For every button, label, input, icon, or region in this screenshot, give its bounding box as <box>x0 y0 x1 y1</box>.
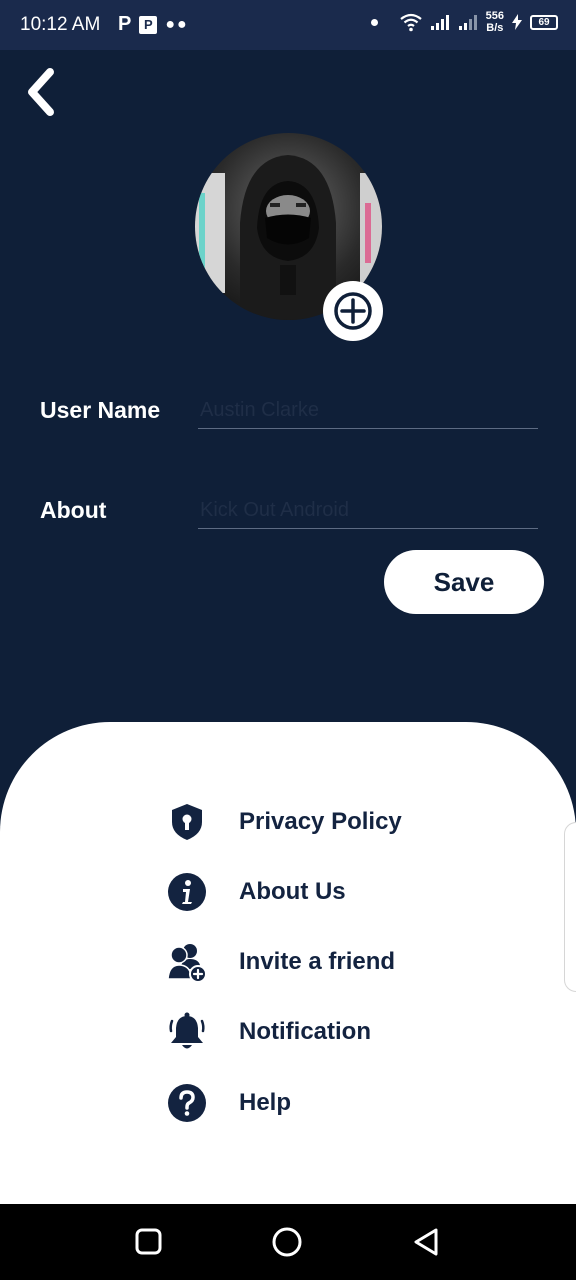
signal-2-icon <box>458 15 477 30</box>
back-button[interactable] <box>20 66 66 118</box>
recents-button[interactable] <box>133 1226 165 1258</box>
notification-dot-icon <box>370 18 378 26</box>
save-button[interactable]: Save <box>384 550 544 614</box>
info-icon <box>164 869 210 915</box>
status-time: 10:12 AM <box>20 14 101 35</box>
menu-item-help[interactable]: Help <box>164 1078 464 1128</box>
menu-item-label: Privacy Policy <box>239 808 402 835</box>
status-bar: 10:12 AM P P ●● 556 B/s 69 <box>0 0 576 50</box>
charging-icon <box>512 14 522 30</box>
bell-icon <box>164 1009 210 1055</box>
menu-item-notification[interactable]: Notification <box>164 1007 464 1057</box>
menu-item-label: Notification <box>239 1018 371 1045</box>
status-left-icons: P P ●● <box>118 13 189 36</box>
question-icon <box>164 1080 210 1126</box>
menu-item-label: About Us <box>239 878 346 905</box>
status-right-icons: 556 B/s 69 <box>370 10 558 34</box>
chevron-left-icon <box>28 68 54 116</box>
menu-item-label: Help <box>239 1089 292 1116</box>
username-label: User Name <box>40 397 161 423</box>
navigation-bar <box>0 1204 576 1280</box>
battery-level: 69 <box>538 16 550 28</box>
menu-item-label: Invite a friend <box>239 948 396 975</box>
triangle-back-icon <box>414 1228 438 1256</box>
speed-unit: B/s <box>486 22 504 34</box>
menu-item-invite-friend[interactable]: Invite a friend <box>164 937 464 987</box>
add-photo-button[interactable] <box>323 281 383 341</box>
more-dots-icon: ●● <box>165 15 189 33</box>
about-label: About <box>40 497 107 523</box>
wifi-icon <box>399 13 422 32</box>
menu-item-about-us[interactable]: About Us <box>164 867 464 917</box>
add-user-icon <box>164 939 210 985</box>
pi-icon: P <box>139 15 158 34</box>
circle-icon <box>272 1227 302 1257</box>
profile-avatar-container <box>195 133 383 341</box>
back-nav-button[interactable] <box>410 1226 442 1258</box>
about-input[interactable] <box>198 493 538 529</box>
network-speed: 556 B/s <box>486 10 504 34</box>
scroll-handle[interactable] <box>564 822 576 992</box>
speed-value: 556 <box>485 10 504 22</box>
home-button[interactable] <box>271 1226 303 1258</box>
username-input[interactable] <box>198 393 538 429</box>
signal-icon <box>430 15 449 30</box>
shield-lock-icon <box>164 799 210 845</box>
battery-icon: 69 <box>530 14 558 30</box>
p-icon: P <box>118 13 132 35</box>
square-icon <box>135 1228 162 1255</box>
menu-item-privacy-policy[interactable]: Privacy Policy <box>164 797 464 847</box>
plus-icon <box>334 292 372 330</box>
